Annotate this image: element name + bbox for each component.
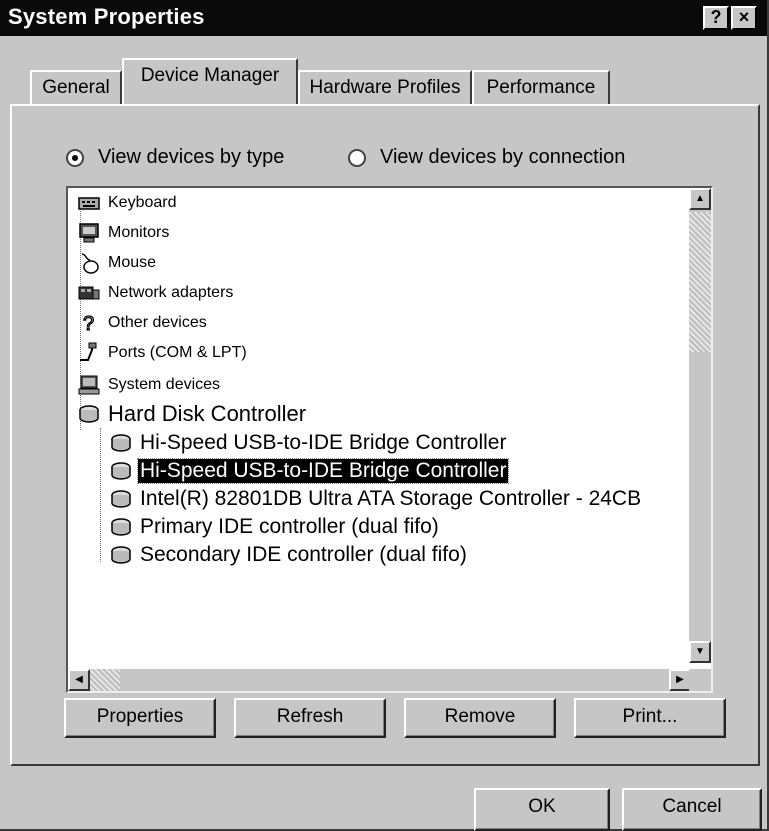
disk-controller-icon [79,405,99,423]
svg-text:?: ? [83,313,94,334]
tree-item-usb-ide-bridge-2[interactable]: Hi-Speed USB-to-IDE Bridge Controller [110,456,510,486]
tree-item-keyboard[interactable]: Keyboard [78,188,179,218]
tab-performance[interactable]: Performance [472,70,610,106]
tab-hardware-profiles[interactable]: Hardware Profiles [298,70,472,106]
scrollbar-corner [689,669,711,691]
system-properties-window: System Properties ? × General Device Man… [0,0,769,831]
tree-item-label: Network adapters [108,284,234,301]
network-adapter-icon [78,286,100,300]
scroll-thumb[interactable] [90,669,120,691]
tree-item-primary-ide[interactable]: Primary IDE controller (dual fifo) [110,512,441,542]
monitor-icon [79,223,99,243]
tree-item-label: Ports (COM & LPT) [108,344,247,361]
disk-controller-icon [111,434,131,452]
tree-item-intel-ata-controller[interactable]: Intel(R) 82801DB Ultra ATA Storage Contr… [110,484,643,514]
view-by-connection-option[interactable]: View devices by connection [348,146,625,169]
tree-item-hard-disk-controller[interactable]: Hard Disk Controller [78,399,308,429]
radio-button-unchecked[interactable] [348,148,366,167]
view-by-connection-label: View devices by connection [380,146,626,168]
help-button[interactable]: ? [703,6,729,30]
tree-item-label: System devices [108,376,221,393]
tree-item-network-adapters[interactable]: Network adapters [78,278,235,308]
tab-device-manager[interactable]: Device Manager [122,58,298,104]
radio-button-checked[interactable] [66,148,84,167]
remove-button[interactable]: Remove [404,698,556,738]
view-by-type-label: View devices by type [98,146,285,168]
tree-item-label: Primary IDE controller (dual fifo) [140,515,439,538]
disk-controller-icon [111,462,131,480]
tree-item-label: Other devices [108,314,207,331]
tree-item-system-devices[interactable]: System devices [78,370,222,400]
scroll-down-arrow-icon[interactable]: ▼ [689,641,711,663]
tree-item-ports[interactable]: Ports (COM & LPT) [78,338,249,368]
tree-item-label: Monitors [108,224,170,241]
disk-controller-icon [111,518,131,536]
computer-icon [78,375,100,395]
tree-item-label: Keyboard [108,194,177,211]
tree-item-monitors[interactable]: Monitors [78,218,171,248]
tree-item-secondary-ide[interactable]: Secondary IDE controller (dual fifo) [110,540,469,570]
tree-item-mouse[interactable]: Mouse [78,248,158,278]
tree-item-label: Intel(R) 82801DB Ultra ATA Storage Contr… [140,487,642,510]
mouse-icon [81,253,99,274]
question-mark-icon: ? [82,312,94,334]
tree-item-label: Hi-Speed USB-to-IDE Bridge Controller [140,431,507,454]
window-title: System Properties [8,4,205,29]
tree-item-label: Secondary IDE controller (dual fifo) [140,543,467,566]
port-icon [80,342,97,361]
cancel-button[interactable]: Cancel [622,788,762,831]
scroll-left-arrow-icon[interactable]: ◀ [68,669,90,691]
scroll-up-arrow-icon[interactable]: ▲ [689,188,711,210]
tree-item-label-selected: Hi-Speed USB-to-IDE Bridge Controller [136,458,510,484]
scroll-right-arrow-icon[interactable]: ▶ [669,669,691,691]
view-by-type-option[interactable]: View devices by type [66,146,284,169]
vertical-scrollbar[interactable]: ▲ ▼ [689,188,711,663]
keyboard-icon [78,197,100,210]
tree-item-usb-ide-bridge-1[interactable]: Hi-Speed USB-to-IDE Bridge Controller [110,428,508,458]
print-button[interactable]: Print... [574,698,726,738]
scroll-track[interactable] [689,212,711,352]
tree-line [100,428,101,562]
tree-item-label: Hard Disk Controller [108,401,307,426]
title-bar[interactable]: System Properties ? × [0,0,767,36]
device-manager-panel: View devices by type View devices by con… [10,104,760,766]
properties-button[interactable]: Properties [64,698,216,738]
tree-item-other-devices[interactable]: ? Other devices [78,308,209,338]
disk-controller-icon [111,546,131,564]
tab-general[interactable]: General [30,70,122,106]
refresh-button[interactable]: Refresh [234,698,386,738]
device-tree-list[interactable]: Keyboard Monitors Mouse Network adapters… [66,186,713,693]
disk-controller-icon [111,490,131,508]
tree-item-label: Mouse [108,254,157,271]
close-button[interactable]: × [731,6,757,30]
horizontal-scrollbar[interactable]: ◀ ▶ [68,669,691,691]
ok-button[interactable]: OK [474,788,610,831]
